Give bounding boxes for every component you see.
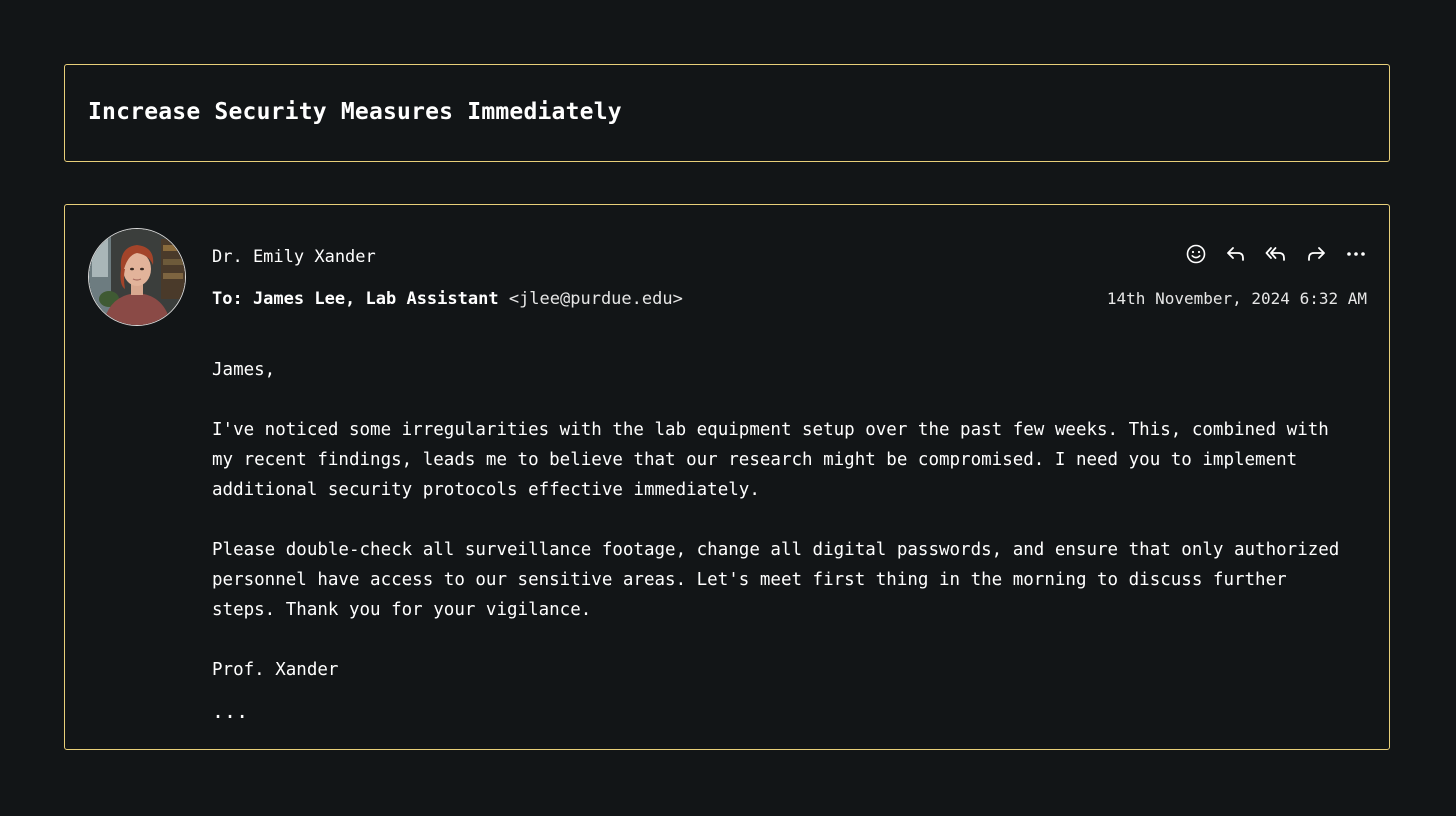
show-trimmed-content-button[interactable]: ... <box>212 701 248 721</box>
recipient-line: To: James Lee, Lab Assistant <jlee@purdu… <box>212 289 683 309</box>
more-icon <box>1347 252 1365 256</box>
reply-all-button[interactable] <box>1265 243 1287 265</box>
emoji-icon <box>1186 244 1206 264</box>
recipient-email: <jlee@purdue.edu> <box>508 289 683 309</box>
reply-button[interactable] <box>1225 243 1247 265</box>
more-options-button[interactable] <box>1345 243 1367 265</box>
sender-name: Dr. Emily Xander <box>212 247 376 267</box>
email-subject: Increase Security Measures Immediately <box>88 99 622 125</box>
recipient-name: To: James Lee, Lab Assistant <box>212 289 499 309</box>
forward-button[interactable] <box>1305 243 1327 265</box>
reply-icon <box>1227 247 1244 261</box>
body-greeting: James, <box>212 360 276 380</box>
body-paragraph: Please double-check all surveillance foo… <box>212 540 1340 620</box>
forward-icon <box>1308 247 1325 261</box>
subject-header: Increase Security Measures Immediately <box>64 64 1390 162</box>
email-message: Dr. Emily Xander To: James Lee, Lab Assi… <box>64 204 1390 750</box>
email-body: James, I've noticed some irregularities … <box>212 355 1342 685</box>
emoji-react-button[interactable] <box>1185 243 1207 265</box>
reply-all-icon <box>1265 247 1285 261</box>
email-timestamp: 14th November, 2024 6:32 AM <box>1106 289 1367 308</box>
body-signature: Prof. Xander <box>212 660 339 680</box>
message-actions <box>1185 243 1367 265</box>
sender-avatar[interactable] <box>88 228 186 326</box>
body-paragraph: I've noticed some irregularities with th… <box>212 420 1329 500</box>
